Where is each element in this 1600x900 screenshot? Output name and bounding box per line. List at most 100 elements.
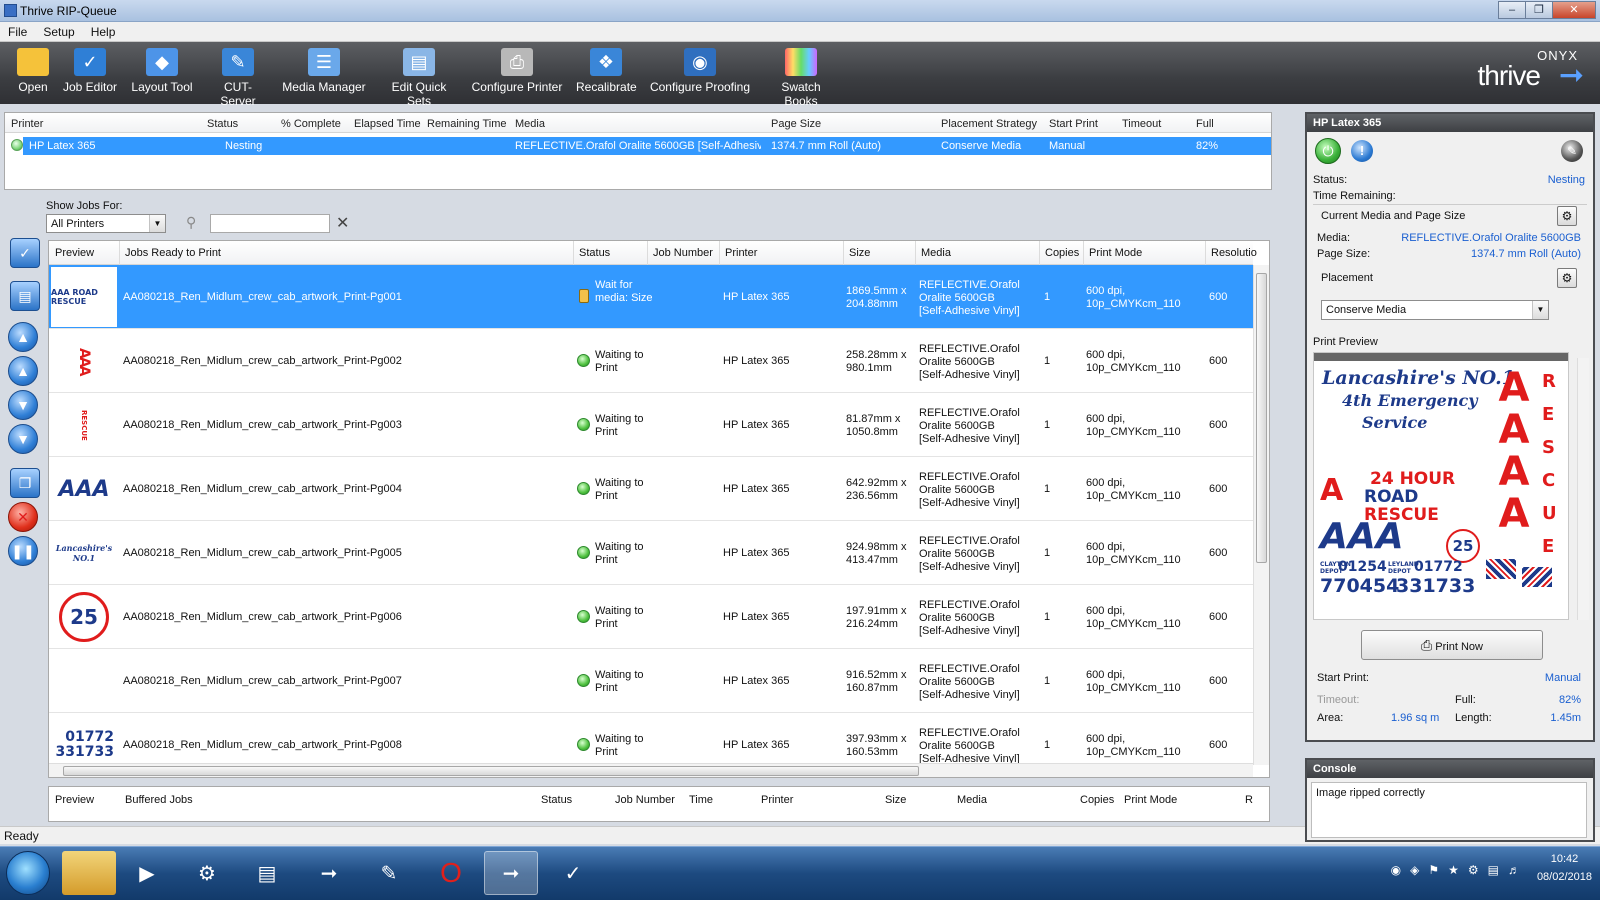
- col-buffered-time[interactable]: Time: [689, 794, 713, 806]
- usb-icon[interactable]: ⚙: [1468, 863, 1479, 877]
- menu-file[interactable]: File: [0, 22, 35, 41]
- col-buffered-copies[interactable]: Copies: [1080, 794, 1114, 806]
- printer-filter-dropdown[interactable]: All Printers ▼: [46, 214, 166, 233]
- page-size-value[interactable]: 1374.7 mm Roll (Auto): [1471, 248, 1581, 260]
- col-jobs-ready[interactable]: Jobs Ready to Print: [125, 247, 221, 259]
- jobs-horizontal-scrollbar[interactable]: [49, 763, 1253, 777]
- job-row[interactable]: Lancashire's NO.1 AA080218_Ren_Midlum_cr…: [49, 521, 1253, 585]
- search-input[interactable]: [210, 214, 330, 233]
- nvidia-icon[interactable]: ◉: [1391, 863, 1401, 877]
- print-now-button[interactable]: ⎙ Print Now: [1361, 630, 1543, 660]
- open-button[interactable]: Open: [16, 48, 50, 94]
- col-job-number[interactable]: Job Number: [653, 247, 713, 259]
- col-full[interactable]: Full: [1196, 118, 1214, 130]
- configure-proofing-button[interactable]: ◉ Configure Proofing: [649, 48, 751, 94]
- col-printer[interactable]: Printer: [11, 118, 43, 130]
- move-to-top-icon[interactable]: ▲: [8, 322, 38, 352]
- col-page-size[interactable]: Page Size: [771, 118, 821, 130]
- edit-printer-icon[interactable]: ✎: [1561, 140, 1583, 162]
- col-buffered-r[interactable]: R: [1245, 794, 1253, 806]
- thrive-app-icon[interactable]: ➞: [302, 851, 356, 895]
- move-down-icon[interactable]: ▼: [8, 390, 38, 420]
- configure-printer-button[interactable]: ⎙ Configure Printer: [471, 48, 563, 94]
- duplicate-job-icon[interactable]: ❐: [10, 468, 40, 498]
- menu-setup[interactable]: Setup: [35, 22, 82, 41]
- job-row[interactable]: RESCUE AA080218_Ren_Midlum_crew_cab_artw…: [49, 393, 1253, 457]
- info-icon[interactable]: !: [1351, 140, 1373, 162]
- opera-browser-icon[interactable]: O: [424, 851, 478, 895]
- delete-job-icon[interactable]: ✕: [8, 502, 38, 532]
- clock[interactable]: 10:42 08/02/2018: [1537, 853, 1592, 883]
- explorer-folder-icon[interactable]: [62, 851, 116, 895]
- col-buffered-printer[interactable]: Printer: [761, 794, 793, 806]
- media-manager-app-icon[interactable]: ▤: [240, 851, 294, 895]
- col-job-media[interactable]: Media: [921, 247, 951, 259]
- col-status[interactable]: Status: [207, 118, 238, 130]
- media-manager-button[interactable]: ☰ Media Manager: [282, 48, 366, 94]
- col-preview[interactable]: Preview: [55, 247, 94, 259]
- layout-tool-button[interactable]: ◆ Layout Tool: [130, 48, 194, 94]
- col-buffered-media[interactable]: Media: [957, 794, 987, 806]
- col-timeout[interactable]: Timeout: [1122, 118, 1161, 130]
- col-buffered-preview[interactable]: Preview: [55, 794, 94, 806]
- placement-dropdown[interactable]: Conserve Media ▼: [1321, 300, 1549, 320]
- col-copies[interactable]: Copies: [1045, 247, 1079, 259]
- job-editor-button[interactable]: ✓ Job Editor: [62, 48, 118, 94]
- col-remaining-time[interactable]: Remaining Time: [427, 118, 506, 130]
- col-elapsed-time[interactable]: Elapsed Time: [354, 118, 421, 130]
- col-placement-strategy[interactable]: Placement Strategy: [941, 118, 1037, 130]
- col-buffered-size[interactable]: Size: [885, 794, 906, 806]
- pause-job-icon[interactable]: ❚❚: [8, 536, 38, 566]
- clear-search-icon[interactable]: ✕: [336, 213, 349, 233]
- job-row[interactable]: AAA AA080218_Ren_Midlum_crew_cab_artwork…: [49, 329, 1253, 393]
- start-button[interactable]: [6, 851, 50, 895]
- volume-icon[interactable]: ♬: [1508, 863, 1520, 877]
- col-print-mode[interactable]: Print Mode: [1089, 247, 1142, 259]
- col-buffered-jobs[interactable]: Buffered Jobs: [125, 794, 193, 806]
- scroll-thumb[interactable]: [63, 766, 919, 776]
- col-job-status[interactable]: Status: [579, 247, 610, 259]
- minimize-button[interactable]: –: [1498, 1, 1526, 19]
- network-icon[interactable]: ◈: [1410, 863, 1419, 877]
- edit-job-icon[interactable]: ✓: [10, 238, 40, 268]
- gear-icon[interactable]: ⚙: [1557, 268, 1577, 288]
- job-row[interactable]: AAA AA080218_Ren_Midlum_crew_cab_artwork…: [49, 457, 1253, 521]
- col-start-print[interactable]: Start Print: [1049, 118, 1098, 130]
- swatch-books-button[interactable]: Swatch Books: [764, 48, 838, 108]
- col-buffered-print-mode[interactable]: Print Mode: [1124, 794, 1177, 806]
- col-resolution[interactable]: Resolutio: [1211, 247, 1257, 259]
- edit-quick-sets-button[interactable]: ▤ Edit Quick Sets: [379, 48, 459, 108]
- preview-scrollbar[interactable]: [1577, 358, 1589, 620]
- move-to-bottom-icon[interactable]: ▼: [8, 424, 38, 454]
- rip-app-icon[interactable]: ⚙: [180, 851, 234, 895]
- flag-icon[interactable]: ⚑: [1428, 863, 1439, 877]
- gear-icon[interactable]: ⚙: [1557, 206, 1577, 226]
- printer-row[interactable]: HP Latex 365 Nesting REFLECTIVE.Orafol O…: [23, 137, 1271, 155]
- col-job-size[interactable]: Size: [849, 247, 870, 259]
- recalibrate-button[interactable]: ❖ Recalibrate: [576, 48, 637, 94]
- close-button[interactable]: ✕: [1552, 1, 1596, 19]
- power-icon[interactable]: ⏻: [1315, 138, 1341, 164]
- menu-help[interactable]: Help: [83, 22, 124, 41]
- col-job-printer[interactable]: Printer: [725, 247, 757, 259]
- media-value[interactable]: REFLECTIVE.Orafol Oralite 5600GB: [1401, 232, 1581, 244]
- cut-server-app-icon[interactable]: ✎: [362, 851, 416, 895]
- jobs-vertical-scrollbar[interactable]: [1253, 265, 1269, 765]
- notes-icon[interactable]: ▤: [10, 281, 40, 311]
- bluetooth-icon[interactable]: ★: [1448, 863, 1459, 877]
- job-editor-app-icon[interactable]: ✓: [546, 851, 600, 895]
- rip-queue-app-icon[interactable]: ➞: [484, 851, 538, 895]
- cut-server-button[interactable]: ✎ CUT-Server: [207, 48, 269, 108]
- scroll-thumb[interactable]: [1256, 273, 1267, 563]
- col-buffered-job-number[interactable]: Job Number: [615, 794, 675, 806]
- monitor-icon[interactable]: ▤: [1488, 863, 1499, 877]
- job-row[interactable]: AAA ROAD RESCUE AA080218_Ren_Midlum_crew…: [49, 265, 1253, 329]
- move-up-icon[interactable]: ▲: [8, 356, 38, 386]
- media-player-icon[interactable]: ▶: [120, 851, 174, 895]
- col-media[interactable]: Media: [515, 118, 545, 130]
- start-print-value[interactable]: Manual: [1545, 672, 1581, 684]
- job-row[interactable]: 25 AA080218_Ren_Midlum_crew_cab_artwork_…: [49, 585, 1253, 649]
- col-percent-complete[interactable]: % Complete: [281, 118, 341, 130]
- col-buffered-status[interactable]: Status: [541, 794, 572, 806]
- maximize-button[interactable]: ❐: [1525, 1, 1553, 19]
